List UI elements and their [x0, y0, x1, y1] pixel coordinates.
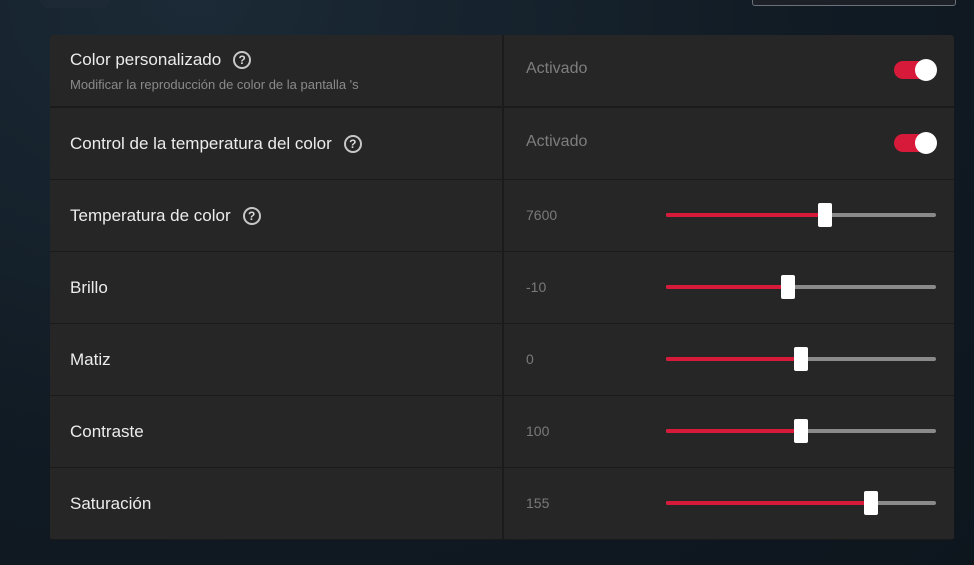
- help-icon[interactable]: ?: [343, 134, 362, 153]
- color-temp-control-status: Activado: [526, 133, 588, 150]
- slider-fill: [666, 501, 871, 505]
- row-label-cell: Color personalizado ? Modificar la repro…: [50, 35, 502, 106]
- hue-title: Matiz: [70, 349, 111, 369]
- custom-color-toggle[interactable]: [894, 59, 937, 81]
- top-dropdown-fragment[interactable]: [752, 0, 956, 6]
- slider-thumb[interactable]: [864, 491, 878, 515]
- color-temp-control-title: Control de la temperatura del color: [70, 133, 332, 153]
- row-color-temperature: Temperatura de color ? 7600: [50, 180, 954, 251]
- row-label-cell: Contraste: [50, 396, 502, 467]
- slider-thumb[interactable]: [781, 275, 795, 299]
- help-icon[interactable]: ?: [242, 206, 261, 225]
- slider-fill: [666, 285, 788, 289]
- row-control-cell: Activado: [504, 108, 954, 179]
- hue-value: 0: [526, 351, 534, 367]
- row-control-cell: -10: [504, 252, 954, 323]
- saturation-slider[interactable]: [666, 491, 936, 515]
- slider-fill: [666, 357, 801, 361]
- color-temperature-slider[interactable]: [666, 203, 936, 227]
- slider-fill: [666, 429, 801, 433]
- row-control-cell: Activado: [504, 35, 954, 106]
- row-color-temp-control: Control de la temperatura del color ? Ac…: [50, 108, 954, 179]
- toggle-knob: [915, 59, 937, 81]
- custom-color-status: Activado: [526, 60, 588, 77]
- slider-fill: [666, 213, 825, 217]
- brightness-slider[interactable]: [666, 275, 936, 299]
- row-custom-color: Color personalizado ? Modificar la repro…: [50, 35, 954, 106]
- brightness-value: -10: [526, 279, 547, 295]
- row-label-cell: Saturación: [50, 468, 502, 539]
- row-label-cell: Temperatura de color ?: [50, 180, 502, 251]
- custom-color-subtitle: Modificar la reproducción de color de la…: [70, 76, 359, 92]
- row-control-cell: 0: [504, 324, 954, 395]
- contrast-title: Contraste: [70, 421, 144, 441]
- hue-slider[interactable]: [666, 347, 936, 371]
- custom-color-title: Color personalizado: [70, 49, 222, 69]
- slider-thumb[interactable]: [794, 419, 808, 443]
- row-control-cell: 100: [504, 396, 954, 467]
- row-label-cell: Brillo: [50, 252, 502, 323]
- row-brightness: Brillo -10: [50, 252, 954, 323]
- color-temperature-title: Temperatura de color: [70, 205, 231, 225]
- toggle-knob: [915, 132, 937, 154]
- saturation-title: Saturación: [70, 493, 152, 513]
- row-label-cell: Control de la temperatura del color ?: [50, 108, 502, 179]
- row-hue: Matiz 0: [50, 324, 954, 395]
- row-control-cell: 7600: [504, 180, 954, 251]
- saturation-value: 155: [526, 495, 550, 511]
- top-tab-fragment: [40, 0, 110, 8]
- help-icon[interactable]: ?: [233, 50, 252, 69]
- row-contrast: Contraste 100: [50, 396, 954, 467]
- row-label-cell: Matiz: [50, 324, 502, 395]
- color-temp-control-toggle[interactable]: [894, 132, 937, 154]
- display-color-panel: Color personalizado ? Modificar la repro…: [50, 35, 954, 540]
- brightness-title: Brillo: [70, 277, 108, 297]
- slider-thumb[interactable]: [818, 203, 832, 227]
- contrast-value: 100: [526, 423, 550, 439]
- contrast-slider[interactable]: [666, 419, 936, 443]
- slider-thumb[interactable]: [794, 347, 808, 371]
- color-temperature-value: 7600: [526, 207, 558, 223]
- row-saturation: Saturación 155: [50, 468, 954, 539]
- row-control-cell: 155: [504, 468, 954, 539]
